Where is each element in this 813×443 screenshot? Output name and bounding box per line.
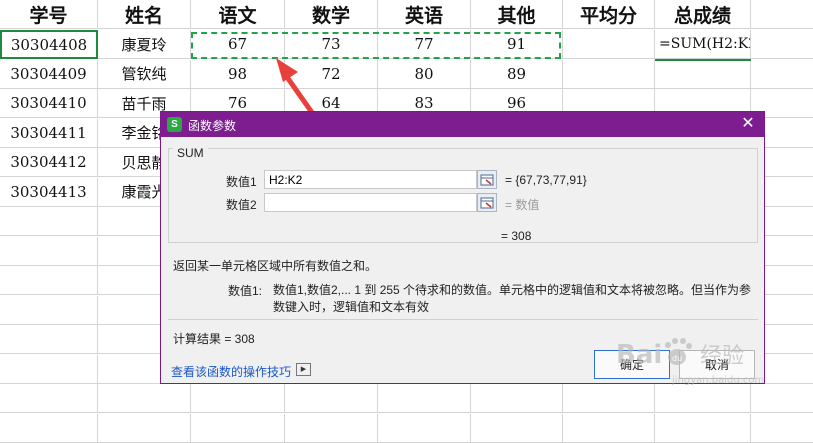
table-cell[interactable] — [98, 384, 191, 413]
table-cell[interactable]: 67 — [191, 30, 285, 59]
arg1-range-picker-button[interactable] — [477, 170, 497, 189]
table-cell[interactable] — [0, 413, 98, 443]
table-cell[interactable] — [655, 59, 751, 89]
ok-button[interactable]: 确定 — [594, 350, 670, 379]
table-cell[interactable]: 管钦纯 — [98, 59, 191, 89]
range-picker-icon — [480, 197, 494, 208]
table-cell[interactable] — [655, 384, 751, 413]
arg2-range-picker-button[interactable] — [477, 193, 497, 212]
arg1-label: 数值1 — [226, 175, 257, 189]
video-play-icon[interactable]: ▶ — [296, 363, 311, 376]
parameter-name: 数值1: — [228, 284, 263, 298]
table-cell[interactable] — [751, 60, 813, 89]
header-cell[interactable]: 数学 — [285, 0, 378, 29]
parameter-description: 数值1,数值2,... 1 到 255 个待求和的数值。单元格中的逻辑值和文本将… — [273, 283, 752, 314]
table-cell[interactable] — [0, 384, 98, 413]
dialog-titlebar[interactable]: S 函数参数 ✕ — [161, 112, 764, 137]
table-cell[interactable] — [751, 384, 813, 413]
table-cell[interactable] — [471, 413, 563, 443]
close-button[interactable]: ✕ — [738, 114, 758, 134]
function-name: SUM — [173, 146, 208, 160]
table-cell[interactable] — [563, 413, 655, 443]
table-cell[interactable] — [563, 384, 655, 413]
table-cell[interactable]: 80 — [378, 59, 471, 89]
table-cell[interactable] — [285, 413, 378, 443]
table-cell[interactable]: 77 — [378, 30, 471, 59]
cancel-button[interactable]: 取消 — [679, 350, 755, 379]
arg2-input[interactable] — [264, 193, 477, 212]
arg1-input[interactable] — [264, 170, 477, 189]
table-cell[interactable] — [0, 266, 98, 295]
table-cell[interactable] — [378, 384, 471, 413]
table-cell[interactable] — [98, 413, 191, 443]
function-description: 返回某一单元格区域中所有数值之和。 — [173, 259, 378, 273]
table-cell[interactable] — [0, 207, 98, 236]
header-cell[interactable]: 总成绩 — [655, 0, 751, 29]
function-tips-link[interactable]: 查看该函数的操作技巧 — [171, 363, 291, 380]
header-cell[interactable]: 语文 — [191, 0, 285, 29]
table-cell[interactable] — [655, 413, 751, 443]
table-cell[interactable] — [0, 295, 98, 325]
table-cell[interactable] — [378, 413, 471, 443]
table-cell[interactable]: 30304411 — [0, 118, 98, 148]
header-cell[interactable]: 学号 — [0, 0, 98, 29]
table-cell[interactable] — [0, 236, 98, 266]
function-arguments-dialog: S 函数参数 ✕ SUM 数值1 = {67,73,77,91} 数值2 = 数… — [160, 111, 765, 384]
table-cell[interactable] — [563, 30, 655, 59]
wps-app-icon: S — [167, 117, 182, 132]
table-cell[interactable] — [751, 30, 813, 59]
empty-cell[interactable] — [751, 0, 813, 29]
table-cell[interactable]: 30304412 — [0, 148, 98, 177]
arg2-evaluated-value: = 数值 — [505, 198, 540, 212]
table-cell[interactable] — [751, 414, 813, 443]
table-cell[interactable] — [0, 354, 98, 384]
table-cell[interactable]: 91 — [471, 30, 563, 59]
table-cell[interactable]: 30304413 — [0, 177, 98, 207]
arg2-label: 数值2 — [226, 198, 257, 212]
table-cell[interactable]: 89 — [471, 59, 563, 89]
table-cell[interactable] — [471, 384, 563, 413]
header-cell[interactable]: 其他 — [471, 0, 563, 29]
table-cell[interactable]: =SUM(H2:K2) — [655, 30, 751, 59]
dialog-title: 函数参数 — [188, 119, 237, 133]
table-cell[interactable]: 30304408 — [0, 30, 98, 59]
table-cell[interactable] — [563, 59, 655, 89]
header-cell[interactable]: 平均分 — [563, 0, 655, 29]
table-cell[interactable]: 30304409 — [0, 59, 98, 89]
table-cell[interactable] — [191, 413, 285, 443]
table-cell[interactable] — [285, 384, 378, 413]
header-cell[interactable]: 英语 — [378, 0, 471, 29]
range-picker-icon — [480, 174, 494, 185]
function-total-value: = 308 — [501, 229, 532, 243]
table-cell[interactable]: 30304410 — [0, 89, 98, 118]
divider — [168, 319, 758, 320]
calculation-result: 计算结果 = 308 — [173, 332, 255, 346]
table-cell[interactable] — [0, 325, 98, 354]
table-cell[interactable]: 康夏玲 — [98, 30, 191, 59]
header-cell[interactable]: 姓名 — [98, 0, 191, 29]
arg1-evaluated-value: = {67,73,77,91} — [505, 173, 587, 187]
table-cell[interactable]: 98 — [191, 59, 285, 89]
table-cell[interactable]: 72 — [285, 59, 378, 89]
table-cell[interactable]: 73 — [285, 30, 378, 59]
table-cell[interactable] — [191, 384, 285, 413]
